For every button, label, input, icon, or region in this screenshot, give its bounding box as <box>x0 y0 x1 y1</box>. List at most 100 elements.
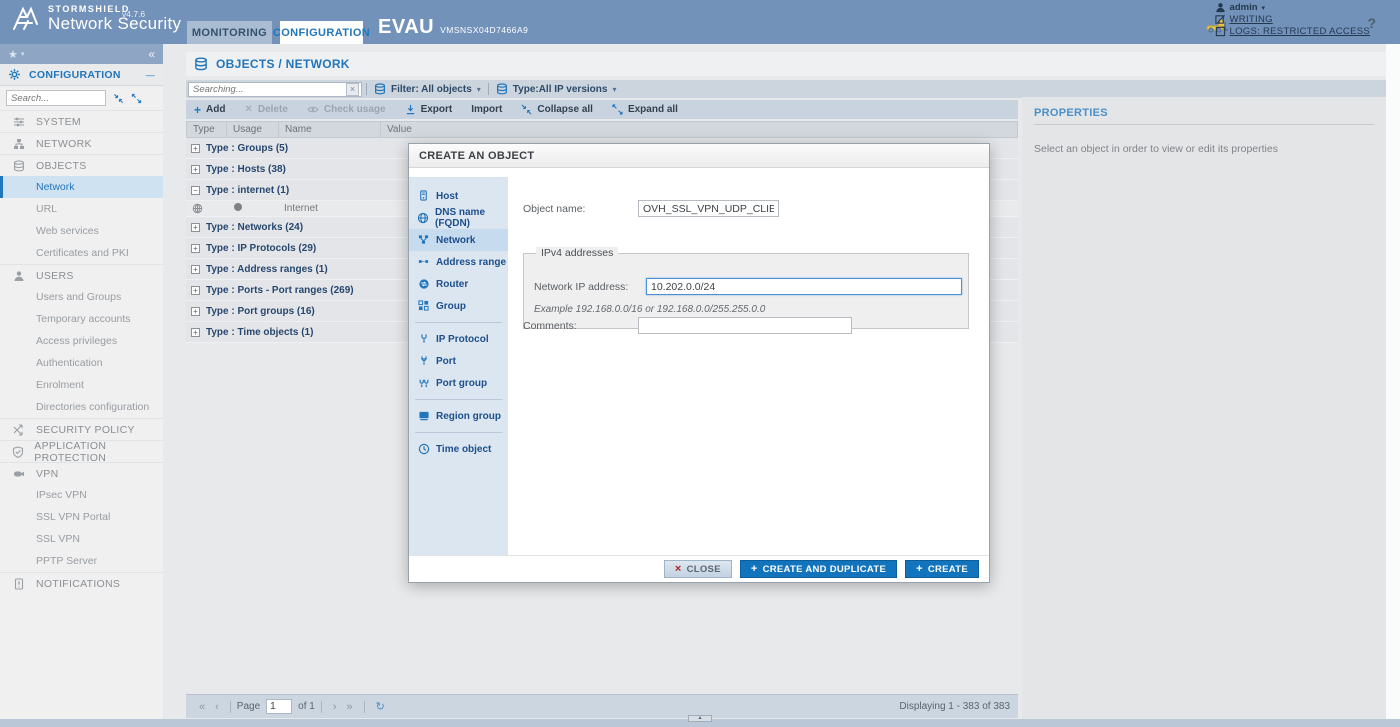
sidebar-item-certificates[interactable]: Certificates and PKI <box>0 242 163 264</box>
check-usage-button[interactable]: Check usage <box>307 104 386 115</box>
prev-page-icon[interactable]: ‹ <box>215 701 219 713</box>
sidebar-label: OBJECTS <box>36 160 87 172</box>
plus-icon: + <box>194 103 201 117</box>
right-scroll-area[interactable] <box>1386 44 1400 719</box>
expand-icon[interactable]: + <box>191 244 200 253</box>
sidebar-item-users-groups[interactable]: Users and Groups <box>0 286 163 308</box>
logs-access-link[interactable]: LOGS: RESTRICTED ACCESS <box>1230 26 1370 37</box>
expand-icon[interactable]: + <box>191 328 200 337</box>
sidebar-item-ssl-vpn[interactable]: SSL VPN <box>0 528 163 550</box>
sidebar-section-system[interactable]: SYSTEM <box>0 110 163 132</box>
menu-item-network[interactable]: Network <box>409 229 508 251</box>
sidebar-section-vpn[interactable]: VPN <box>0 462 163 484</box>
create-button[interactable]: + CREATE <box>905 560 979 578</box>
sidebar-item-ipsec-vpn[interactable]: IPsec VPN <box>0 484 163 506</box>
pagination-bar: « ‹ Page of 1 › » ↻ Displaying 1 - 383 o… <box>186 694 1018 718</box>
expand-icon[interactable]: + <box>191 265 200 274</box>
network-ip-input[interactable] <box>646 278 962 295</box>
menu-item-port[interactable]: Port <box>409 350 508 372</box>
sidebar-item-url[interactable]: URL <box>0 198 163 220</box>
writing-mode-link[interactable]: WRITING <box>1230 14 1273 25</box>
sidebar-label: VPN <box>36 468 59 480</box>
clear-search-icon[interactable]: × <box>346 83 359 96</box>
collapse-config-icon[interactable]: — <box>146 70 155 80</box>
import-button[interactable]: Import <box>471 104 502 115</box>
notifications-icon <box>12 577 26 589</box>
column-value[interactable]: Value <box>381 122 1017 137</box>
menu-item-address-range[interactable]: Address range <box>409 251 508 273</box>
add-button[interactable]: + Add <box>194 103 225 117</box>
menu-item-region-group[interactable]: Region group <box>409 405 508 427</box>
next-page-icon[interactable]: › <box>333 701 337 713</box>
expand-icon[interactable]: + <box>191 223 200 232</box>
menu-item-port-group[interactable]: Port group <box>409 372 508 394</box>
expand-icon[interactable]: + <box>191 307 200 316</box>
plus-icon: + <box>751 563 758 575</box>
collapse-tree-icon[interactable] <box>113 92 124 104</box>
object-name-input[interactable] <box>638 200 779 217</box>
expand-icon[interactable]: + <box>191 165 200 174</box>
delete-button[interactable]: ✕ Delete <box>244 104 287 115</box>
favorites-caret-icon[interactable]: ▾ <box>21 50 25 58</box>
page-label: Page <box>237 701 260 712</box>
menu-item-host[interactable]: Host <box>409 185 508 207</box>
collapse-sidebar-icon[interactable]: « <box>148 47 155 61</box>
sidebar-item-pptp-server[interactable]: PPTP Server <box>0 550 163 572</box>
comments-input[interactable] <box>638 317 852 334</box>
security-policy-icon <box>12 423 26 435</box>
filter-dropdown[interactable]: Filter: All objects ▾ <box>374 83 481 95</box>
help-icon[interactable]: ? <box>1367 15 1376 31</box>
column-usage[interactable]: Usage <box>227 122 279 137</box>
sidebar-section-security-policy[interactable]: SECURITY POLICY <box>0 418 163 440</box>
sidebar-item-temporary-accounts[interactable]: Temporary accounts <box>0 308 163 330</box>
column-type[interactable]: Type <box>187 122 227 137</box>
favorites-star-icon[interactable]: ★ <box>8 48 18 61</box>
user-caret-icon[interactable]: ▾ <box>1262 4 1266 12</box>
object-search-input[interactable] <box>188 82 362 97</box>
expand-tree-icon[interactable] <box>131 92 142 104</box>
sidebar-label: SYSTEM <box>36 116 81 128</box>
sidebar-section-users[interactable]: USERS <box>0 264 163 286</box>
user-menu[interactable]: admin <box>1230 2 1258 13</box>
menu-item-ip-protocol[interactable]: IP Protocol <box>409 328 508 350</box>
column-name[interactable]: Name <box>279 122 381 137</box>
refresh-icon[interactable]: ↻ <box>376 700 385 713</box>
sidebar-item-ssl-vpn-portal[interactable]: SSL VPN Portal <box>0 506 163 528</box>
bottom-panel-handle[interactable]: ▴ <box>688 715 712 722</box>
menu-item-dns-name[interactable]: DNS name (FQDN) <box>409 207 508 229</box>
sidebar-item-enrolment[interactable]: Enrolment <box>0 374 163 396</box>
expand-icon[interactable]: + <box>191 286 200 295</box>
expand-all-button[interactable]: Expand all <box>612 104 678 115</box>
first-page-icon[interactable]: « <box>199 701 205 713</box>
sidebar-item-access-privileges[interactable]: Access privileges <box>0 330 163 352</box>
sidebar-config-header[interactable]: CONFIGURATION — <box>0 64 163 86</box>
page-number-input[interactable] <box>266 699 292 714</box>
sidebar-section-notifications[interactable]: NOTIFICATIONS <box>0 572 163 594</box>
usage-indicator <box>234 203 242 211</box>
menu-item-time-object[interactable]: Time object <box>409 438 508 460</box>
collapse-icon[interactable]: − <box>191 186 200 195</box>
create-and-duplicate-button[interactable]: + CREATE AND DUPLICATE <box>740 560 897 578</box>
expand-icon[interactable]: + <box>191 144 200 153</box>
menu-item-router[interactable]: Router <box>409 273 508 295</box>
sidebar-item-network[interactable]: Network <box>0 176 163 198</box>
sidebar-item-authentication[interactable]: Authentication <box>0 352 163 374</box>
collapse-all-icon <box>521 104 532 115</box>
sidebar-section-objects[interactable]: OBJECTS <box>0 154 163 176</box>
last-page-icon[interactable]: » <box>347 701 353 713</box>
collapse-all-button[interactable]: Collapse all <box>521 104 593 115</box>
sidebar-item-directories-config[interactable]: Directories configuration <box>0 396 163 418</box>
export-button[interactable]: Export <box>405 104 453 115</box>
tab-monitoring[interactable]: MONITORING <box>187 21 272 44</box>
sidebar-search-input[interactable] <box>6 90 106 106</box>
dns-globe-icon <box>417 212 429 224</box>
device-serial: VMSNSX04D7466A9 <box>440 25 528 35</box>
sidebar-section-application-protection[interactable]: APPLICATION PROTECTION <box>0 440 163 462</box>
router-icon <box>417 278 430 290</box>
tab-configuration[interactable]: CONFIGURATION <box>280 21 363 44</box>
close-button[interactable]: × CLOSE <box>664 560 732 578</box>
sidebar-section-network[interactable]: NETWORK <box>0 132 163 154</box>
type-filter-dropdown[interactable]: Type:All IP versions ▾ <box>496 83 617 95</box>
sidebar-item-web-services[interactable]: Web services <box>0 220 163 242</box>
menu-item-group[interactable]: Group <box>409 295 508 317</box>
